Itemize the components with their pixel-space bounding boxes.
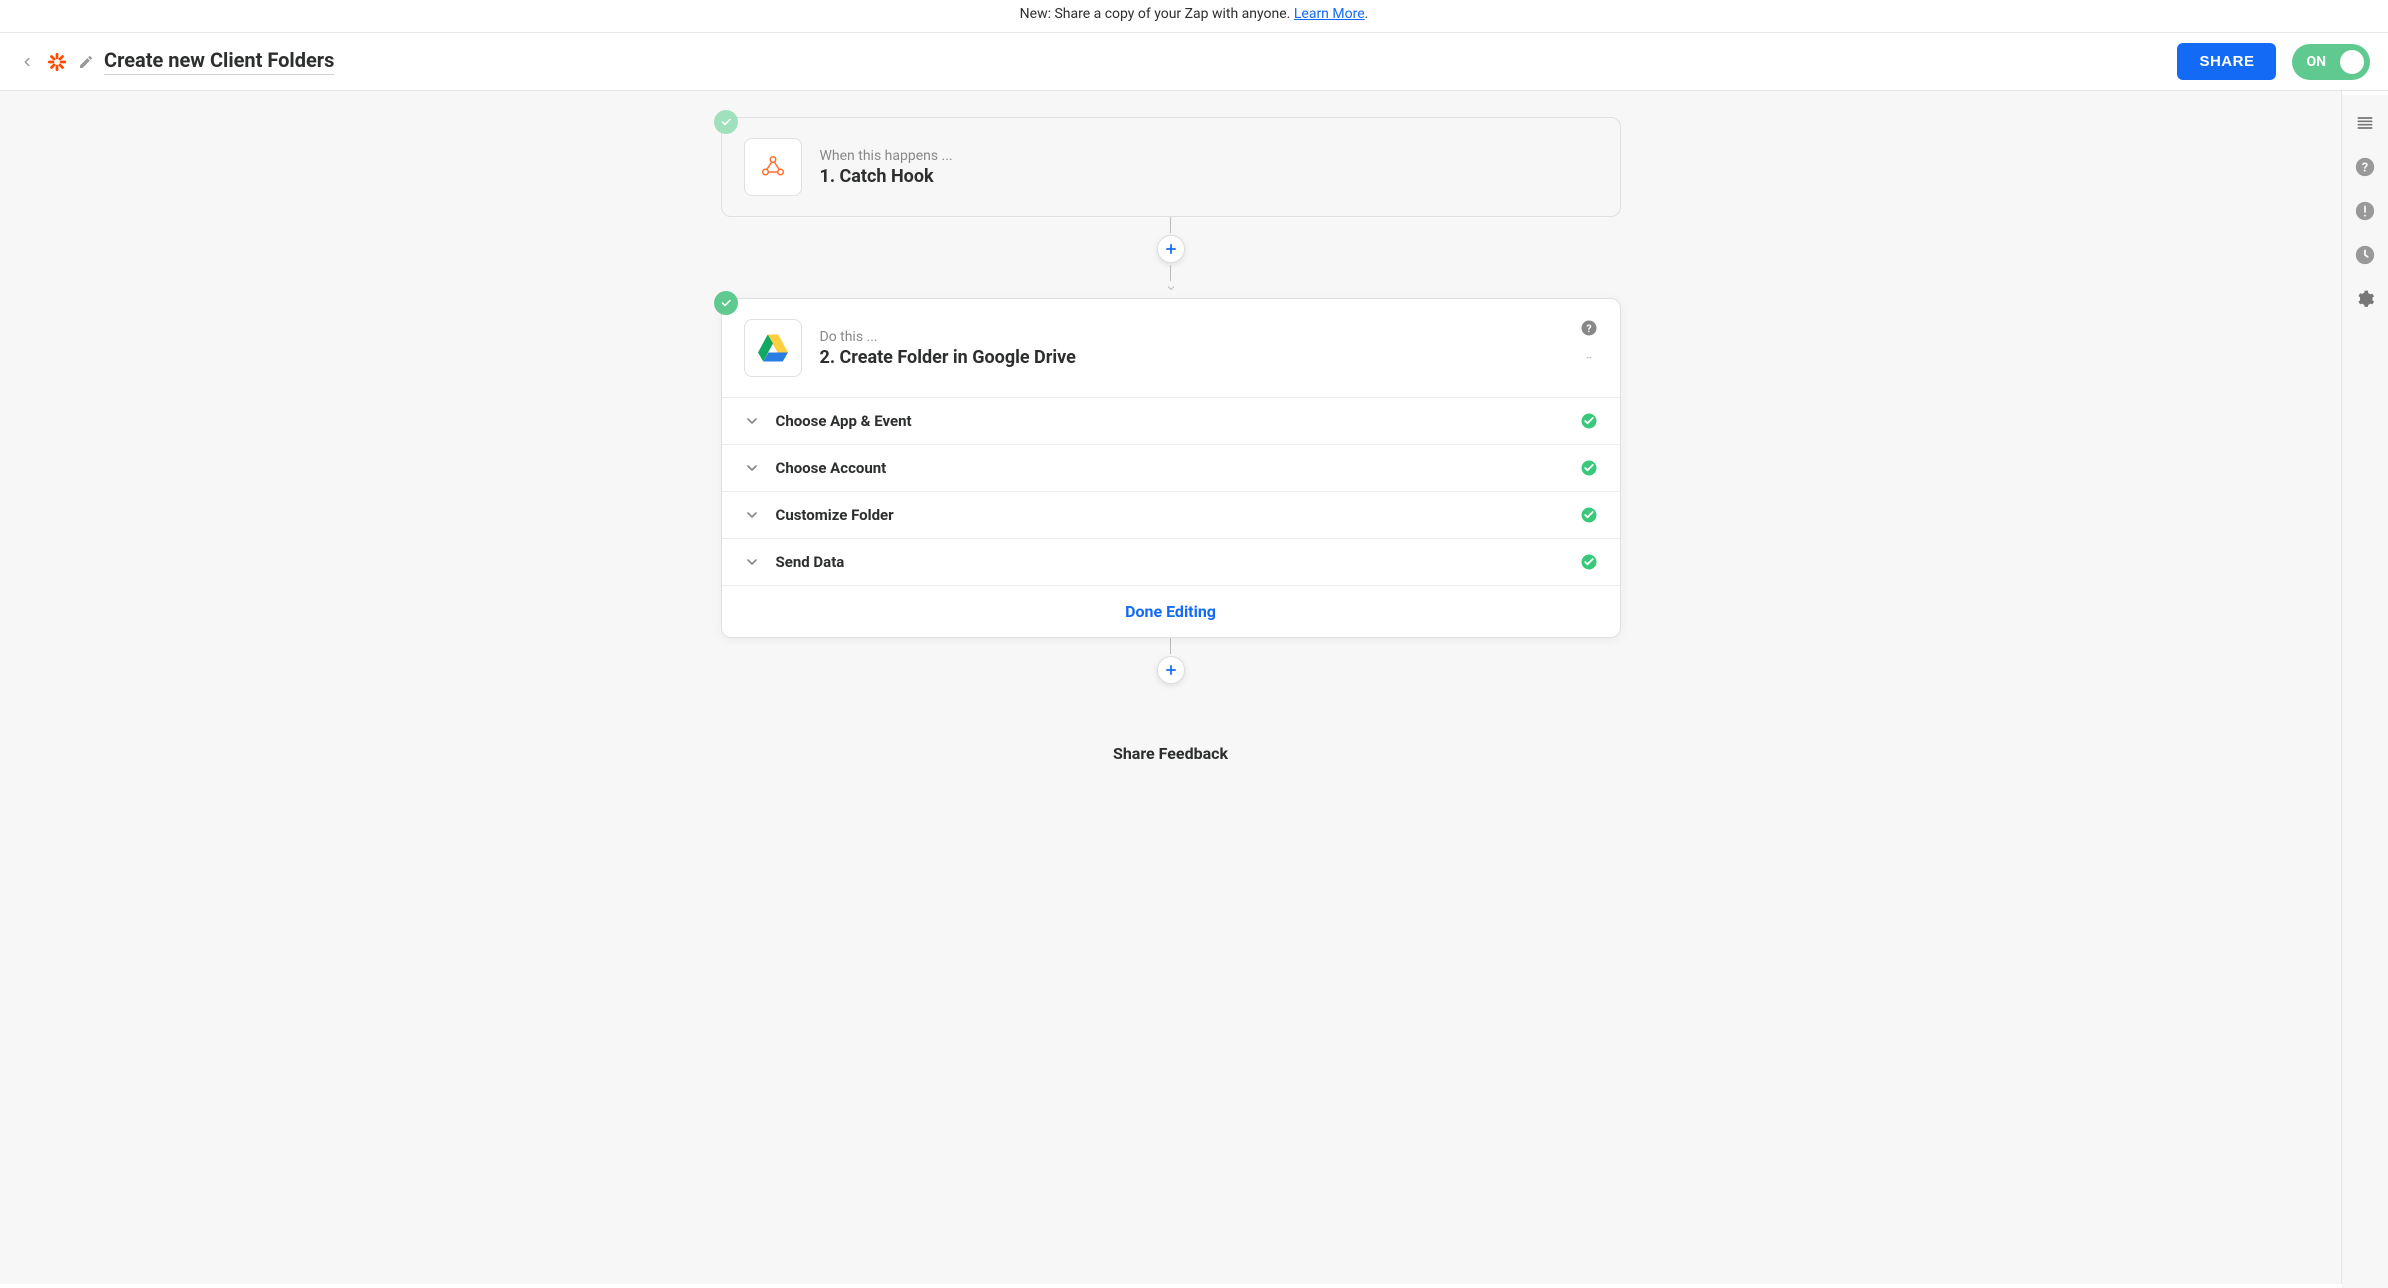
header-left: Create new Client Folders <box>18 48 334 75</box>
edit-title-button[interactable] <box>78 54 94 70</box>
trigger-overline: When this happens ... <box>820 148 1598 164</box>
banner-link[interactable]: Learn More <box>1294 6 1365 22</box>
alert-icon <box>2354 200 2376 222</box>
help-icon: ? <box>2354 156 2376 178</box>
step-complete-badge <box>714 291 738 315</box>
trigger-title: 1. Catch Hook <box>820 166 1598 187</box>
substep-label: Send Data <box>776 553 845 571</box>
banner-text: New: Share a copy of your Zap with anyon… <box>1020 6 1294 22</box>
action-title: 2. Create Folder in Google Drive <box>820 347 1598 368</box>
rail-settings-button[interactable] <box>2349 283 2381 315</box>
gear-icon <box>2355 289 2375 309</box>
list-icon <box>2355 113 2375 133</box>
toggle-label: ON <box>2306 54 2326 70</box>
google-drive-icon <box>755 330 791 366</box>
header-right: SHARE ON <box>2177 43 2370 80</box>
chevron-down-icon <box>744 413 760 429</box>
action-overline: Do this ... <box>820 329 1598 345</box>
step-connector <box>1157 217 1185 298</box>
share-feedback-button[interactable]: Share Feedback <box>1113 744 1228 763</box>
substep-send-data[interactable]: Send Data <box>722 538 1620 585</box>
editor-canvas: When this happens ... 1. Catch Hook <box>0 91 2342 1284</box>
toggle-knob <box>2340 50 2364 74</box>
announcement-banner: New: Share a copy of your Zap with anyon… <box>0 0 2388 33</box>
right-rail: ? <box>2342 95 2388 1288</box>
rail-outline-button[interactable] <box>2349 107 2381 139</box>
substep-list: Choose App & Event Choose Account Custom… <box>722 397 1620 585</box>
header-bar: Create new Client Folders SHARE ON <box>0 33 2388 91</box>
svg-text:?: ? <box>2362 161 2368 176</box>
action-step-text: Do this ... 2. Create Folder in Google D… <box>820 329 1598 368</box>
banner-suffix: . <box>1365 6 1369 22</box>
substep-label: Choose App & Event <box>776 412 912 430</box>
plus-icon <box>1164 242 1178 256</box>
google-drive-app-icon <box>744 319 802 377</box>
chevron-left-icon <box>20 55 34 69</box>
rail-alerts-button[interactable] <box>2349 195 2381 227</box>
webhook-icon <box>758 152 788 182</box>
substep-choose-account[interactable]: Choose Account <box>722 444 1620 491</box>
zap-title[interactable]: Create new Client Folders <box>104 48 334 75</box>
chevron-down-icon <box>744 554 760 570</box>
done-editing-button[interactable]: Done Editing <box>1125 602 1216 621</box>
zapier-logo-icon <box>46 51 68 73</box>
help-icon: ? <box>1580 319 1598 337</box>
more-icon <box>1580 357 1598 363</box>
plus-icon <box>1164 663 1178 677</box>
substep-complete-icon <box>1580 506 1598 524</box>
share-button[interactable]: SHARE <box>2177 43 2276 80</box>
chevron-down-icon <box>744 460 760 476</box>
connector-line <box>1170 217 1171 233</box>
step-connector <box>1157 638 1185 686</box>
substep-choose-app-event[interactable]: Choose App & Event <box>722 397 1620 444</box>
check-icon <box>720 116 732 128</box>
connector-line <box>1170 638 1171 654</box>
rail-history-button[interactable] <box>2349 239 2381 271</box>
substep-complete-icon <box>1580 553 1598 571</box>
substep-complete-icon <box>1580 459 1598 477</box>
step-actions: ? <box>1580 319 1598 369</box>
pencil-icon <box>78 54 94 70</box>
clock-icon <box>2354 244 2376 266</box>
chevron-down-icon <box>744 507 760 523</box>
trigger-step-text: When this happens ... 1. Catch Hook <box>820 148 1598 187</box>
step-help-button[interactable]: ? <box>1580 319 1598 337</box>
zap-toggle[interactable]: ON <box>2292 44 2370 80</box>
done-editing-row: Done Editing <box>722 585 1620 637</box>
check-icon <box>720 297 732 309</box>
trigger-step-card[interactable]: When this happens ... 1. Catch Hook <box>721 117 1621 217</box>
back-button[interactable] <box>18 53 36 71</box>
webhook-app-icon <box>744 138 802 196</box>
rail-help-button[interactable]: ? <box>2349 151 2381 183</box>
add-step-button[interactable] <box>1157 235 1185 263</box>
add-step-button[interactable] <box>1157 656 1185 684</box>
substep-label: Customize Folder <box>776 506 894 524</box>
arrow-down-icon <box>1165 279 1177 298</box>
action-step-header[interactable]: Do this ... 2. Create Folder in Google D… <box>722 299 1620 397</box>
action-step-card: Do this ... 2. Create Folder in Google D… <box>721 298 1621 638</box>
substep-customize-folder[interactable]: Customize Folder <box>722 491 1620 538</box>
step-menu-button[interactable] <box>1580 351 1598 369</box>
svg-text:?: ? <box>1586 322 1591 335</box>
substep-label: Choose Account <box>776 459 887 477</box>
step-complete-badge <box>714 110 738 134</box>
substep-complete-icon <box>1580 412 1598 430</box>
